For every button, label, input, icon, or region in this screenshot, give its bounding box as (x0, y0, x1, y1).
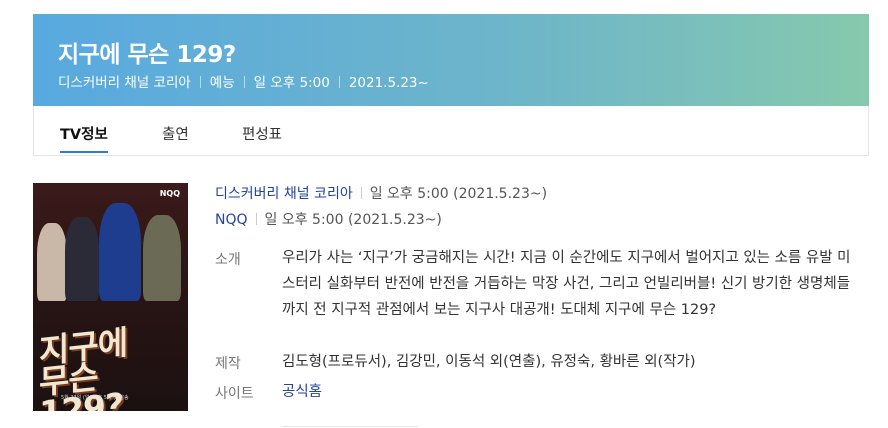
program-poster[interactable]: NQQ 지구에 무슨 129? 5월 23일 (일) 오후 5시 첫 방송 (33, 183, 188, 411)
schedule: 일 오후 5:00 (253, 75, 330, 91)
poster-logo: NQQ (159, 189, 180, 198)
broadcast-channel-link[interactable]: NQQ (215, 212, 248, 228)
tab-bar: TV정보 출연 편성표 (33, 106, 869, 156)
poster-figure (37, 223, 67, 301)
production-label: 제작 (215, 356, 241, 372)
program-meta: 디스커버리 채널 코리아 예능 일 오후 5:00 2021.5.23~ (58, 71, 429, 91)
divider (360, 187, 362, 199)
broadcast-time: 일 오후 5:00 (2021.5.23~) (369, 186, 548, 202)
intro-text: 우리가 사는 ‘지구’가 궁금해지는 시간! 지금 이 순간에도 지구에서 벌어… (282, 250, 851, 318)
divider (243, 76, 245, 88)
divider (199, 76, 201, 88)
production-credits: 김도형(프로듀서), 김강민, 이동석 외(연출), 유정숙, 황바른 외(작가… (282, 354, 696, 370)
tab-tv-info[interactable]: TV정보 (60, 123, 108, 153)
genre: 예능 (209, 75, 235, 91)
poster-figure (65, 217, 99, 301)
program-title[interactable]: 지구에 무슨 129? (58, 35, 236, 69)
broadcast-channel-link[interactable]: 디스커버리 채널 코리아 (215, 186, 353, 202)
site-label: 사이트 (215, 386, 254, 402)
channel-name[interactable]: 디스커버리 채널 코리아 (58, 75, 191, 91)
poster-figure (99, 203, 141, 301)
divider (255, 213, 257, 225)
divider (338, 76, 340, 88)
broadcast-row: NQQ 일 오후 5:00 (2021.5.23~) (215, 209, 442, 229)
intro-label: 소개 (215, 252, 241, 268)
start-date: 2021.5.23~ (348, 75, 429, 91)
broadcast-time: 일 오후 5:00 (2021.5.23~) (264, 212, 442, 228)
official-site-link[interactable]: 공식홈 (282, 380, 322, 401)
broadcast-row: 디스커버리 채널 코리아 일 오후 5:00 (2021.5.23~) (215, 183, 547, 203)
program-header: 지구에 무슨 129? 디스커버리 채널 코리아 예능 일 오후 5:00 2021.… (33, 14, 869, 106)
poster-figure (143, 215, 181, 301)
tab-schedule[interactable]: 편성표 (242, 123, 282, 144)
divider (282, 426, 418, 427)
poster-caption: 5월 23일 (일) 오후 5시 첫 방송 (61, 395, 129, 401)
tab-cast[interactable]: 출연 (162, 123, 189, 144)
